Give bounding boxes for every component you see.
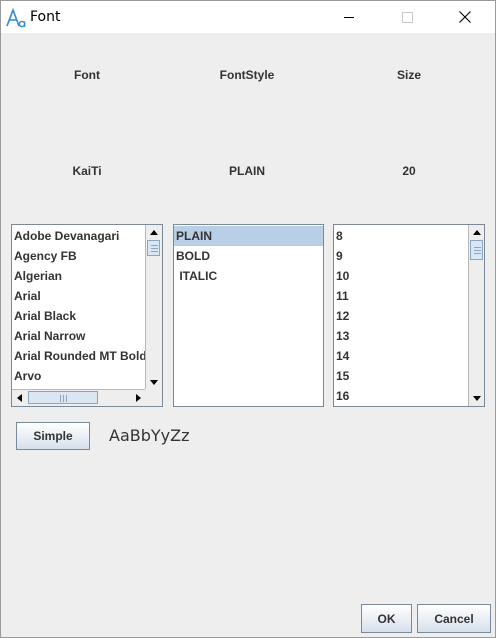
grip-line bbox=[151, 248, 158, 249]
font-style-label: FontStyle bbox=[219, 68, 275, 82]
font-family-list[interactable]: Adobe Devanagari Agency FB Algerian Aria… bbox=[11, 224, 163, 407]
grip-line bbox=[151, 251, 158, 252]
font-list-item[interactable]: Agency FB bbox=[12, 246, 145, 266]
title-bar[interactable]: Font bbox=[1, 1, 495, 33]
font-list-horizontal-scrollbar[interactable] bbox=[12, 389, 145, 406]
font-list-item[interactable]: Arial Rounded MT Bold bbox=[12, 346, 147, 366]
scroll-thumb[interactable] bbox=[28, 391, 98, 404]
font-list-item[interactable]: Arial bbox=[12, 286, 145, 306]
font-label: Font bbox=[74, 68, 100, 82]
grip-line bbox=[474, 247, 481, 248]
cancel-button[interactable]: Cancel bbox=[417, 604, 491, 633]
arrow-down-icon bbox=[150, 379, 158, 385]
size-list-item[interactable]: 13 bbox=[334, 326, 467, 346]
minimize-button[interactable] bbox=[327, 1, 371, 33]
grip-line bbox=[60, 395, 61, 402]
font-app-icon bbox=[5, 7, 27, 29]
size-list-item[interactable]: 15 bbox=[334, 366, 467, 386]
size-list-item[interactable]: 14 bbox=[334, 346, 467, 366]
scroll-down-button[interactable] bbox=[146, 375, 162, 389]
font-size-list[interactable]: 8 9 10 11 12 13 14 15 16 bbox=[333, 224, 485, 407]
scroll-up-button[interactable] bbox=[469, 225, 484, 239]
ok-button[interactable]: OK bbox=[361, 604, 412, 633]
arrow-up-icon bbox=[150, 229, 158, 235]
maximize-icon bbox=[401, 11, 413, 23]
maximize-button bbox=[385, 1, 429, 33]
scroll-left-button[interactable] bbox=[12, 391, 26, 405]
scroll-corner bbox=[145, 389, 162, 406]
current-font-value: KaiTi bbox=[72, 164, 102, 178]
arrow-left-icon bbox=[16, 394, 22, 402]
font-style-list[interactable]: PLAIN BOLD ITALIC bbox=[173, 224, 324, 407]
scroll-up-button[interactable] bbox=[146, 225, 162, 239]
size-list-item[interactable]: 9 bbox=[334, 246, 467, 266]
size-label: Size bbox=[396, 68, 421, 82]
scroll-thumb[interactable] bbox=[470, 240, 483, 260]
style-list-item-selected[interactable]: PLAIN bbox=[174, 226, 323, 246]
font-list-vertical-scrollbar[interactable] bbox=[145, 225, 162, 389]
grip-line bbox=[474, 253, 481, 254]
size-list-vertical-scrollbar[interactable] bbox=[468, 225, 484, 406]
size-list-item[interactable]: 16 bbox=[334, 386, 467, 406]
style-list-item[interactable]: ITALIC bbox=[174, 266, 323, 286]
font-size-items: 8 9 10 11 12 13 14 15 16 bbox=[334, 226, 467, 406]
size-list-item[interactable]: 8 bbox=[334, 226, 467, 246]
close-button[interactable] bbox=[443, 1, 487, 33]
minimize-icon bbox=[344, 16, 354, 18]
size-list-item[interactable]: 12 bbox=[334, 306, 467, 326]
window-title: Font bbox=[30, 9, 61, 25]
scroll-down-button[interactable] bbox=[469, 391, 484, 405]
arrow-up-icon bbox=[473, 229, 481, 235]
simple-button[interactable]: Simple bbox=[16, 422, 90, 450]
grip-line bbox=[474, 250, 481, 251]
close-icon bbox=[459, 11, 471, 23]
font-style-items: PLAIN BOLD ITALIC bbox=[174, 226, 323, 286]
font-dialog: Font Font FontStyle Size KaiTi PLAIN 20 … bbox=[0, 0, 496, 638]
scroll-right-button[interactable] bbox=[131, 391, 145, 405]
font-list-item[interactable]: Adobe Devanagari bbox=[12, 226, 145, 246]
font-list-item[interactable]: Arial Black bbox=[12, 306, 145, 326]
font-list-item[interactable]: Arvo bbox=[12, 366, 145, 386]
grip-line bbox=[66, 395, 67, 402]
style-list-item[interactable]: BOLD bbox=[174, 246, 323, 266]
arrow-down-icon bbox=[473, 395, 481, 401]
size-list-item[interactable]: 10 bbox=[334, 266, 467, 286]
arrow-right-icon bbox=[135, 394, 141, 402]
grip-line bbox=[151, 245, 158, 246]
font-list-item[interactable]: Algerian bbox=[12, 266, 145, 286]
font-list-item[interactable]: Arial Narrow bbox=[12, 326, 145, 346]
size-list-item[interactable]: 11 bbox=[334, 286, 467, 306]
font-family-items: Adobe Devanagari Agency FB Algerian Aria… bbox=[12, 226, 147, 386]
scroll-thumb[interactable] bbox=[147, 240, 160, 256]
grip-line bbox=[63, 395, 64, 402]
current-style-value: PLAIN bbox=[229, 164, 265, 178]
current-size-value: 20 bbox=[402, 164, 416, 178]
font-preview-text: AaBbYyZz bbox=[109, 426, 190, 445]
